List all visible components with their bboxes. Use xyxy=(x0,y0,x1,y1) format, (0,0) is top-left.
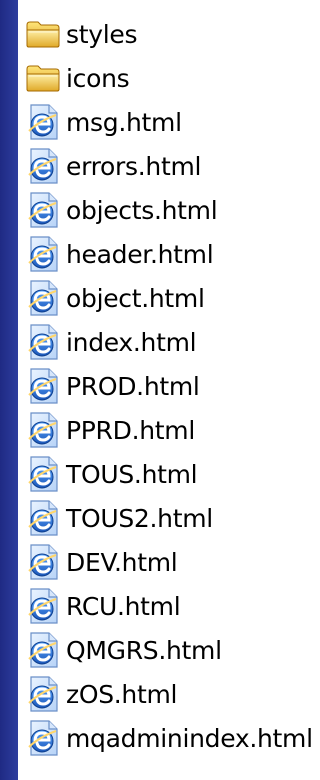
html-file-icon xyxy=(28,104,58,140)
file-name-label: object.html xyxy=(66,283,205,313)
file-name-label: mqadminindex.html xyxy=(66,723,313,753)
file-icon-wrap xyxy=(22,542,64,582)
file-icon-wrap xyxy=(22,454,64,494)
html-file-icon xyxy=(28,368,58,404)
file-name-label: styles xyxy=(66,19,138,49)
file-list-item[interactable]: DEV.html xyxy=(18,540,320,584)
file-list-item[interactable]: RCU.html xyxy=(18,584,320,628)
file-list-item[interactable]: index.html xyxy=(18,320,320,364)
html-file-icon xyxy=(28,500,58,536)
html-file-icon xyxy=(28,236,58,272)
folder-icon xyxy=(26,65,60,92)
file-list-item[interactable]: styles xyxy=(18,12,320,56)
file-name-label: index.html xyxy=(66,327,197,357)
file-name-label: PPRD.html xyxy=(66,415,195,445)
file-icon-wrap xyxy=(22,498,64,538)
file-name-label: QMGRS.html xyxy=(66,635,222,665)
file-list-item[interactable]: object.html xyxy=(18,276,320,320)
html-file-icon xyxy=(28,544,58,580)
file-list-item[interactable]: PPRD.html xyxy=(18,408,320,452)
file-icon-wrap xyxy=(22,146,64,186)
file-name-label: TOUS.html xyxy=(66,459,198,489)
html-file-icon xyxy=(28,280,58,316)
file-list-item[interactable]: QMGRS.html xyxy=(18,628,320,672)
html-file-icon xyxy=(28,412,58,448)
file-name-label: objects.html xyxy=(66,195,218,225)
file-name-label: TOUS2.html xyxy=(66,503,213,533)
file-list-item[interactable]: msg.html xyxy=(18,100,320,144)
html-file-icon xyxy=(28,148,58,184)
file-icon-wrap xyxy=(22,190,64,230)
html-file-icon xyxy=(28,676,58,712)
file-list: styles icons msg.html errors.html object… xyxy=(18,12,320,760)
file-icon-wrap xyxy=(22,278,64,318)
file-icon-wrap xyxy=(22,674,64,714)
file-icon-wrap xyxy=(22,234,64,274)
file-name-label: zOS.html xyxy=(66,679,178,709)
file-name-label: errors.html xyxy=(66,151,202,181)
html-file-icon xyxy=(28,324,58,360)
file-list-item[interactable]: zOS.html xyxy=(18,672,320,716)
html-file-icon xyxy=(28,192,58,228)
file-list-item[interactable]: header.html xyxy=(18,232,320,276)
file-icon-wrap xyxy=(22,410,64,450)
folder-icon xyxy=(26,21,60,48)
html-file-icon xyxy=(28,456,58,492)
html-file-icon xyxy=(28,632,58,668)
file-name-label: icons xyxy=(66,63,130,93)
file-icon-wrap xyxy=(22,718,64,758)
file-icon-wrap xyxy=(22,366,64,406)
file-list-item[interactable]: icons xyxy=(18,56,320,100)
file-list-item[interactable]: TOUS2.html xyxy=(18,496,320,540)
file-list-panel: styles icons msg.html errors.html object… xyxy=(18,0,320,780)
file-name-label: header.html xyxy=(66,239,214,269)
file-name-label: RCU.html xyxy=(66,591,181,621)
file-list-item[interactable]: mqadminindex.html xyxy=(18,716,320,760)
file-name-label: PROD.html xyxy=(66,371,200,401)
file-icon-wrap xyxy=(22,102,64,142)
file-icon-wrap xyxy=(22,630,64,670)
file-list-item[interactable]: PROD.html xyxy=(18,364,320,408)
file-list-item[interactable]: errors.html xyxy=(18,144,320,188)
file-name-label: msg.html xyxy=(66,107,182,137)
html-file-icon xyxy=(28,720,58,756)
html-file-icon xyxy=(28,588,58,624)
file-list-item[interactable]: objects.html xyxy=(18,188,320,232)
file-list-item[interactable]: TOUS.html xyxy=(18,452,320,496)
file-icon-wrap xyxy=(22,58,64,98)
file-icon-wrap xyxy=(22,586,64,626)
file-icon-wrap xyxy=(22,14,64,54)
file-icon-wrap xyxy=(22,322,64,362)
file-name-label: DEV.html xyxy=(66,547,178,577)
